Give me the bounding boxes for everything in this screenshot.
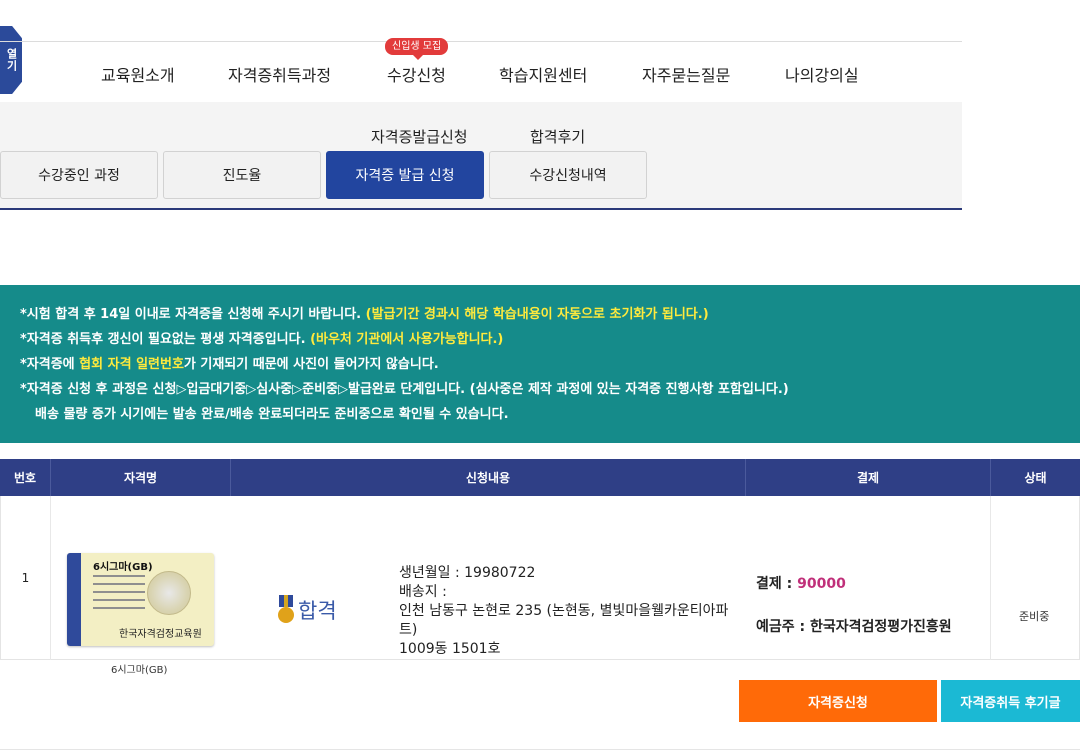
notice-line-1: *시험 합격 후 14일 이내로 자격증을 신청해 주시기 바랍니다. (발급기… (20, 307, 709, 322)
page: 열기 신입생 모집 교육원소개 자격증취득과정 수강신청 학습지원센터 자주묻는… (0, 0, 1080, 752)
table-row: 1 6시그마(GB) 한국자격검정교육원 6시그마(GB) 합격 생년월일 : … (0, 496, 1080, 676)
sub-link-cert-apply[interactable]: 자격증발급신청 (371, 126, 468, 147)
sub-nav-area: 자격증발급신청 합격후기 수강중인 과정 진도율 자격증 발급 신청 수강신청내… (0, 102, 962, 210)
bottom-divider (0, 749, 1080, 750)
main-nav: 신입생 모집 교육원소개 자격증취득과정 수강신청 학습지원센터 자주묻는질문 … (0, 38, 962, 102)
header-payment: 결제 (746, 459, 991, 496)
pass-badge: 합격 (276, 595, 337, 625)
header-apply-content: 신청내용 (231, 459, 746, 496)
tab-cert-apply[interactable]: 자격증 발급 신청 (326, 151, 484, 199)
tab-in-progress[interactable]: 수강중인 과정 (0, 151, 158, 199)
tab-enroll-history[interactable]: 수강신청내역 (489, 151, 647, 199)
cert-name: 6시그마(GB) (111, 665, 168, 676)
nav-item-courses[interactable]: 자격증취득과정 (228, 62, 331, 86)
status-text: 준비중 (1019, 610, 1050, 623)
payment-amount: 90000 (797, 576, 846, 592)
recruit-badge: 신입생 모집 (385, 38, 449, 60)
cert-review-button[interactable]: 자격증취득 후기글 (941, 680, 1080, 722)
nav-item-enroll[interactable]: 수강신청 (387, 62, 446, 86)
nav-item-support[interactable]: 학습지원센터 (499, 62, 587, 86)
row-number: 1 (1, 496, 51, 660)
sub-link-reviews[interactable]: 합격후기 (530, 126, 585, 147)
header-status: 상태 (1024, 471, 1047, 485)
notice-box: *시험 합격 후 14일 이내로 자격증을 신청해 주시기 바랍니다. (발급기… (0, 285, 1080, 443)
notice-line-3: *자격증에 협회 자격 일련번호가 기재되기 때문에 사진이 들어가지 않습니다… (20, 357, 439, 372)
notice-line-4: *자격증 신청 후 과정은 신청▷입금대기중▷심사중▷준비중▷발급완료 단계입니… (20, 382, 789, 397)
table-header: 번호 자격명 신청내용 결제 상태 (0, 459, 1080, 496)
tab-progress-rate[interactable]: 진도율 (163, 151, 321, 199)
header-cert-name: 자격명 (51, 459, 231, 496)
nav-item-about[interactable]: 교육원소개 (101, 62, 175, 86)
cert-card-image: 6시그마(GB) 한국자격검정교육원 (67, 553, 214, 646)
payment-info: 결제 : 90000 예금주 : 한국자격검정평가진흥원 (756, 576, 952, 635)
notice-line-2: *자격증 취득후 갱신이 필요없는 평생 자격증입니다. (바우처 기관에서 사… (20, 332, 504, 347)
nav-item-my-classroom[interactable]: 나의강의실 (785, 62, 859, 86)
medal-icon (276, 595, 296, 625)
header-number: 번호 (0, 459, 51, 496)
seal-icon (147, 571, 191, 615)
nav-item-faq[interactable]: 자주묻는질문 (642, 62, 730, 86)
cert-table: 번호 자격명 신청내용 결제 상태 1 6시그마(GB) 한국자격검정교육원 6… (0, 459, 1080, 676)
apply-content: 생년월일 : 19980722 배송지 : 인천 남동구 논현로 235 (논현… (399, 565, 729, 657)
notice-line-5: 배송 물량 증가 시기에는 발송 완료/배송 완료되더라도 준비중으로 확인될 … (35, 407, 509, 422)
cert-apply-button[interactable]: 자격증신청 (739, 680, 937, 722)
